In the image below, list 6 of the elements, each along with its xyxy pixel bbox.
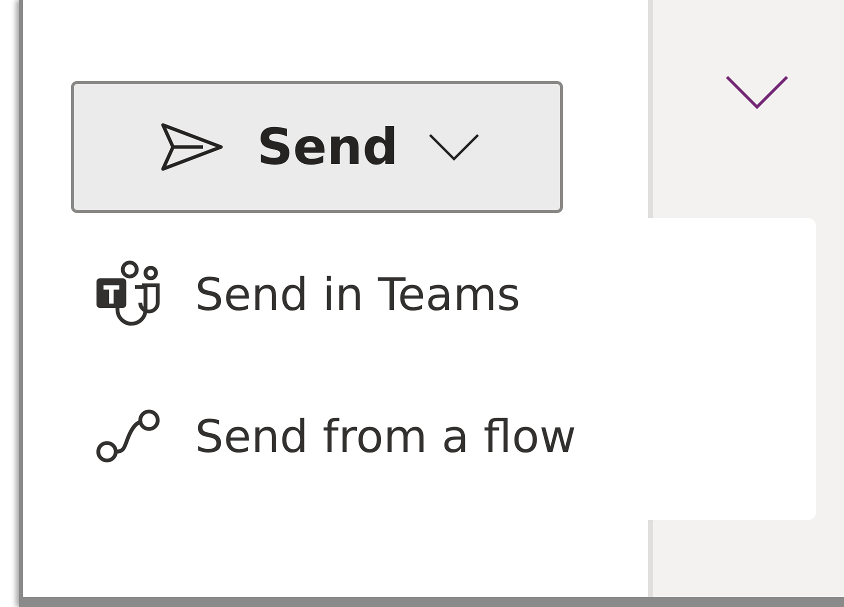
chevron-down-icon — [428, 133, 480, 161]
menu-item[interactable]: Send in Teams — [23, 258, 816, 330]
send-button[interactable]: Send — [71, 81, 563, 213]
send-icon — [159, 121, 225, 173]
menu-item[interactable]: Send from a flow — [23, 405, 816, 467]
chevron-down-icon[interactable] — [725, 75, 789, 111]
